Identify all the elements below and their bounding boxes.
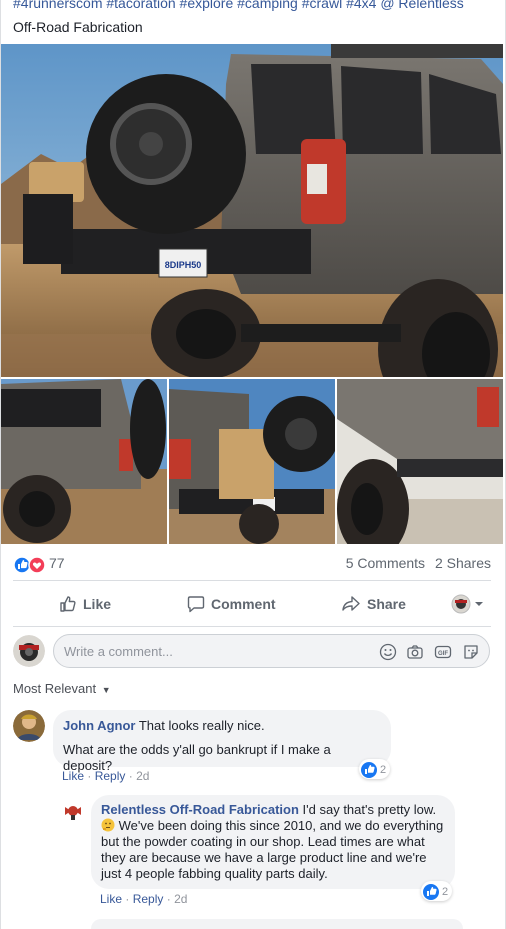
comment-bubble: John Agnor That looks really nice. What … — [53, 710, 391, 773]
thumbnail-photo-3[interactable] — [337, 379, 503, 544]
thumbnail-photo-2[interactable] — [169, 379, 335, 544]
comment-reaction-count: 2 — [380, 764, 387, 776]
like-label: Like — [83, 596, 112, 612]
post-hashtags[interactable]: #4runnerscom #tacoration #explore #campi… — [13, 0, 376, 11]
comment-label: Comment — [211, 596, 276, 612]
post-caption-line2: Off-Road Fabrication — [13, 19, 143, 35]
reply-like-link[interactable]: Like — [100, 892, 122, 906]
shares-count[interactable]: 2 Shares — [435, 555, 491, 571]
comment-author[interactable]: John Agnor — [63, 718, 135, 733]
reply-bubble: Relentless Off-Road Fabrication I'd say … — [91, 795, 455, 889]
comment-input[interactable] — [64, 641, 364, 661]
reaction-count[interactable]: 77 — [49, 555, 65, 571]
sticker-icon[interactable] — [462, 643, 480, 661]
post-as-selector[interactable] — [451, 588, 495, 620]
reply-text-rest: We've been doing this since 2010, and we… — [101, 818, 444, 881]
svg-text:GIF: GIF — [438, 651, 448, 657]
main-photo[interactable]: 8DIPH50 — [1, 44, 503, 377]
thumbnail-photo-1[interactable] — [1, 379, 167, 544]
thinking-emoji-icon — [101, 818, 115, 832]
comment-reaction-badge[interactable]: 2 — [359, 759, 391, 779]
post-card: #4runnerscom #tacoration #explore #campi… — [0, 0, 506, 929]
reply-text-start: I'd say that's pretty low. — [302, 802, 437, 817]
reply-reaction-count: 2 — [442, 886, 449, 898]
reply-meta: Like · Reply · 2d — [100, 892, 188, 906]
emoji-icon[interactable] — [379, 643, 397, 661]
commenter-avatar[interactable] — [13, 710, 45, 742]
reply-reaction-badge[interactable]: 2 — [421, 881, 453, 901]
share-label: Share — [367, 596, 406, 612]
replier-avatar[interactable] — [63, 801, 83, 821]
comment-time[interactable]: 2d — [136, 769, 149, 783]
sort-label: Most Relevant — [13, 681, 97, 696]
comment-composer[interactable]: GIF — [53, 634, 490, 668]
comment-button[interactable]: Comment — [187, 588, 276, 620]
divider — [13, 626, 491, 627]
reactions-icon[interactable] — [13, 556, 47, 574]
reply-author[interactable]: Relentless Off-Road Fabrication — [101, 802, 299, 817]
comment-icon — [187, 596, 205, 613]
reply-time[interactable]: 2d — [174, 892, 187, 906]
comment-sort-dropdown[interactable]: Most Relevant ▼ — [13, 681, 111, 696]
caret-down-icon: ▼ — [101, 685, 111, 695]
comment-meta: Like · Reply · 2d — [62, 769, 150, 783]
next-reply-bubble — [91, 919, 463, 929]
like-icon — [361, 762, 377, 778]
post-stats: 77 5 Comments 2 Shares — [13, 552, 491, 576]
user-avatar[interactable] — [13, 635, 45, 667]
share-icon — [342, 596, 360, 611]
share-button[interactable]: Share — [341, 588, 406, 620]
comment-text-line1: That looks really nice. — [138, 718, 265, 733]
comments-count[interactable]: 5 Comments — [346, 555, 425, 571]
post-actions: Like Comment Share — [13, 588, 491, 620]
divider — [13, 580, 491, 581]
thumbs-up-icon — [60, 596, 76, 612]
post-mention[interactable]: @ Relentless — [380, 0, 463, 11]
camera-icon[interactable] — [406, 643, 424, 661]
comment-like-link[interactable]: Like — [62, 769, 84, 783]
page-avatar-chevron-icon — [451, 594, 483, 614]
gif-icon[interactable]: GIF — [434, 643, 452, 661]
post-caption: #4runnerscom #tacoration #explore #campi… — [13, 0, 493, 39]
like-button[interactable]: Like — [59, 588, 111, 620]
comment-reply-link[interactable]: Reply — [95, 769, 126, 783]
like-icon — [423, 884, 439, 900]
license-plate: 8DIPH50 — [165, 260, 202, 270]
reply-reply-link[interactable]: Reply — [133, 892, 164, 906]
